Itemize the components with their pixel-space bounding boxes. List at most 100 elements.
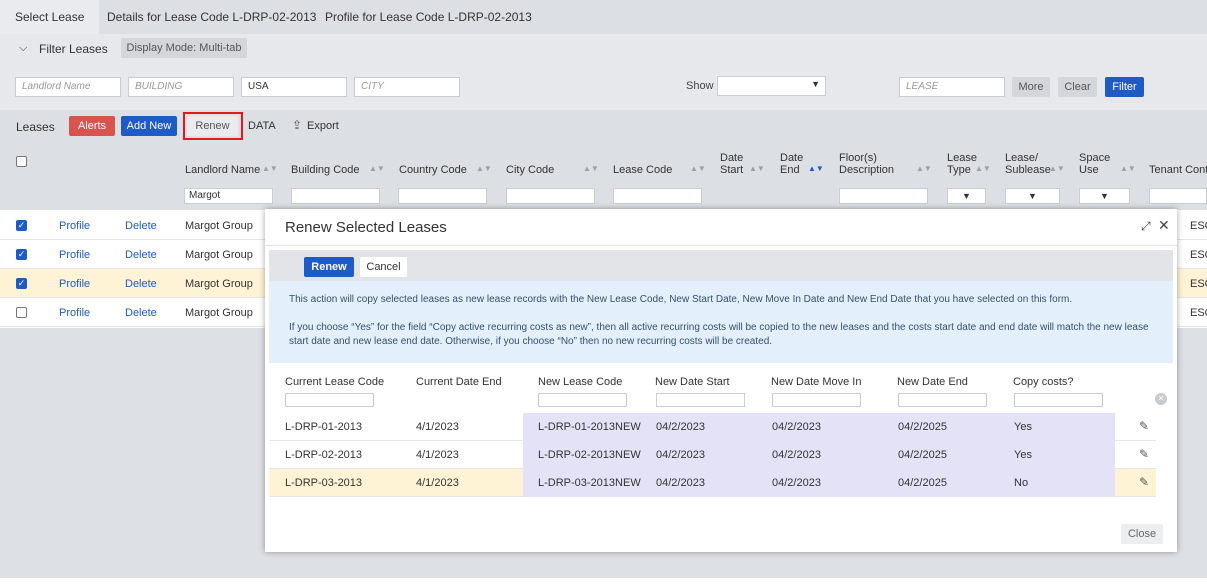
col-building-code[interactable]: Building Code bbox=[291, 164, 360, 176]
select-all-checkbox[interactable] bbox=[16, 156, 27, 167]
new-lease-code-cell[interactable]: L-DRP-01-2013NEW bbox=[538, 421, 641, 433]
copy-costs-cell[interactable]: No bbox=[1014, 477, 1028, 489]
clear-button[interactable]: Clear bbox=[1058, 77, 1097, 97]
sort-icon[interactable]: ▲▼ bbox=[1049, 164, 1065, 173]
copy-costs-cell[interactable]: Yes bbox=[1014, 421, 1032, 433]
country-filter[interactable]: USA bbox=[241, 77, 347, 97]
col-country-code[interactable]: Country Code bbox=[399, 164, 467, 176]
row-checkbox[interactable]: ✓ bbox=[16, 220, 27, 231]
building-filter[interactable]: BUILDING bbox=[128, 77, 234, 97]
tab-lease-profile[interactable]: Profile for Lease Code L-DRP-02-2013 bbox=[325, 0, 532, 34]
sort-active-icon[interactable]: ▲▼ bbox=[808, 164, 824, 173]
delete-link[interactable]: Delete bbox=[125, 278, 157, 290]
sublease-dropdown[interactable]: ▼ bbox=[1005, 188, 1060, 204]
new-date-end-cell[interactable]: 04/2/2025 bbox=[898, 477, 947, 489]
col-date-start[interactable]: Date Start bbox=[720, 152, 743, 176]
sort-icon[interactable]: ▲▼ bbox=[690, 164, 706, 173]
more-button[interactable]: More bbox=[1012, 77, 1050, 97]
landlord-name-filter[interactable]: Landlord Name bbox=[15, 77, 121, 97]
col-city-code[interactable]: City Code bbox=[506, 164, 554, 176]
sort-icon[interactable]: ▲▼ bbox=[749, 164, 765, 173]
building-grid-filter[interactable] bbox=[291, 188, 380, 204]
new-code-filter[interactable] bbox=[538, 393, 627, 407]
profile-link[interactable]: Profile bbox=[59, 278, 90, 290]
sort-icon[interactable]: ▲▼ bbox=[1120, 164, 1136, 173]
new-date-start-cell[interactable]: 04/2/2023 bbox=[656, 421, 705, 433]
pencil-icon[interactable]: ✎ bbox=[1139, 447, 1149, 461]
lease-filter[interactable]: LEASE bbox=[899, 77, 1005, 97]
new-date-move-in-cell[interactable]: 04/2/2023 bbox=[772, 449, 821, 461]
new-lease-code-cell[interactable]: L-DRP-02-2013NEW bbox=[538, 449, 641, 461]
tab-lease-details[interactable]: Details for Lease Code L-DRP-02-2013 bbox=[107, 0, 316, 34]
profile-link[interactable]: Profile bbox=[59, 220, 90, 232]
col-lease-code[interactable]: Lease Code bbox=[613, 164, 672, 176]
clear-filter-icon[interactable]: ✕ bbox=[1155, 393, 1167, 405]
renew-table-row[interactable]: L-DRP-03-2013 4/1/2023 L-DRP-03-2013NEW … bbox=[269, 469, 1156, 497]
new-move-in-filter[interactable] bbox=[772, 393, 861, 407]
new-date-start-cell[interactable]: 04/2/2023 bbox=[656, 477, 705, 489]
filter-leases-toggle[interactable]: Filter Leases bbox=[39, 42, 108, 56]
row-checkbox[interactable]: ✓ bbox=[16, 249, 27, 260]
col-landlord-name[interactable]: Landlord Name bbox=[185, 164, 260, 176]
profile-link[interactable]: Profile bbox=[59, 249, 90, 261]
row-checkbox[interactable]: ✓ bbox=[16, 278, 27, 289]
renew-button[interactable]: Renew bbox=[187, 116, 238, 136]
maximize-icon[interactable]: ⤢ bbox=[1141, 219, 1151, 234]
add-new-button[interactable]: Add New bbox=[121, 116, 177, 136]
space-use-dropdown[interactable]: ▼ bbox=[1079, 188, 1130, 204]
col-date-end[interactable]: Date End bbox=[780, 152, 803, 176]
copy-costs-cell[interactable]: Yes bbox=[1014, 449, 1032, 461]
close-icon[interactable]: ✕ bbox=[1158, 217, 1170, 234]
current-code-filter[interactable] bbox=[285, 393, 374, 407]
new-date-move-in-cell[interactable]: 04/2/2023 bbox=[772, 477, 821, 489]
new-lease-code-cell[interactable]: L-DRP-03-2013NEW bbox=[538, 477, 641, 489]
sort-icon[interactable]: ▲▼ bbox=[916, 164, 932, 173]
lease-grid-filter[interactable] bbox=[613, 188, 702, 204]
new-start-filter[interactable] bbox=[656, 393, 745, 407]
col-lease-sublease[interactable]: Lease/Sublease bbox=[1005, 152, 1051, 176]
col-tenant-contact[interactable]: Tenant Cont bbox=[1149, 164, 1207, 176]
data-button[interactable]: DATA bbox=[248, 120, 276, 132]
landlord-name-grid-filter[interactable]: Margot bbox=[184, 188, 273, 204]
tenant-grid-filter[interactable] bbox=[1149, 188, 1207, 204]
renew-table-row[interactable]: L-DRP-01-2013 4/1/2023 L-DRP-01-2013NEW … bbox=[269, 413, 1156, 441]
profile-link[interactable]: Profile bbox=[59, 307, 90, 319]
delete-link[interactable]: Delete bbox=[125, 249, 157, 261]
city-filter[interactable]: CITY bbox=[354, 77, 460, 97]
sort-icon[interactable]: ▲▼ bbox=[583, 164, 599, 173]
close-button[interactable]: Close bbox=[1121, 524, 1163, 544]
renew-table-row[interactable]: L-DRP-02-2013 4/1/2023 L-DRP-02-2013NEW … bbox=[269, 441, 1156, 469]
show-select[interactable]: ▼ bbox=[717, 76, 826, 96]
display-mode-button[interactable]: Display Mode: Multi-tab bbox=[121, 38, 247, 58]
new-date-end-cell[interactable]: 04/2/2025 bbox=[898, 421, 947, 433]
sort-icon[interactable]: ▲▼ bbox=[262, 164, 278, 173]
cancel-button[interactable]: Cancel bbox=[360, 257, 407, 277]
pencil-icon[interactable]: ✎ bbox=[1139, 475, 1149, 489]
export-icon[interactable]: ⇪ bbox=[292, 118, 302, 132]
col-lease-type[interactable]: Lease Type bbox=[947, 152, 977, 176]
copy-costs-filter[interactable] bbox=[1014, 393, 1103, 407]
tab-select-lease[interactable]: Select Lease bbox=[0, 0, 100, 34]
delete-link[interactable]: Delete bbox=[125, 307, 157, 319]
delete-link[interactable]: Delete bbox=[125, 220, 157, 232]
sort-icon[interactable]: ▲▼ bbox=[476, 164, 492, 173]
new-date-end-cell[interactable]: 04/2/2025 bbox=[898, 449, 947, 461]
col-space-use[interactable]: Space Use bbox=[1079, 152, 1110, 176]
sort-icon[interactable]: ▲▼ bbox=[369, 164, 385, 173]
alerts-button[interactable]: Alerts bbox=[69, 116, 115, 136]
lease-type-dropdown[interactable]: ▼ bbox=[947, 188, 986, 204]
renew-confirm-button[interactable]: Renew bbox=[304, 257, 354, 277]
export-button[interactable]: Export bbox=[307, 120, 339, 132]
new-date-move-in-cell[interactable]: 04/2/2023 bbox=[772, 421, 821, 433]
pencil-icon[interactable]: ✎ bbox=[1139, 419, 1149, 433]
col-floors[interactable]: Floor(s) Description bbox=[839, 152, 894, 176]
city-grid-filter[interactable] bbox=[506, 188, 595, 204]
row-checkbox[interactable] bbox=[16, 307, 27, 318]
sort-icon[interactable]: ▲▼ bbox=[975, 164, 991, 173]
country-grid-filter[interactable] bbox=[398, 188, 487, 204]
filter-button[interactable]: Filter bbox=[1105, 77, 1144, 97]
new-date-start-cell[interactable]: 04/2/2023 bbox=[656, 449, 705, 461]
new-end-filter[interactable] bbox=[898, 393, 987, 407]
chevron-down-icon[interactable]: ⌵ bbox=[19, 42, 27, 55]
floors-grid-filter[interactable] bbox=[839, 188, 928, 204]
